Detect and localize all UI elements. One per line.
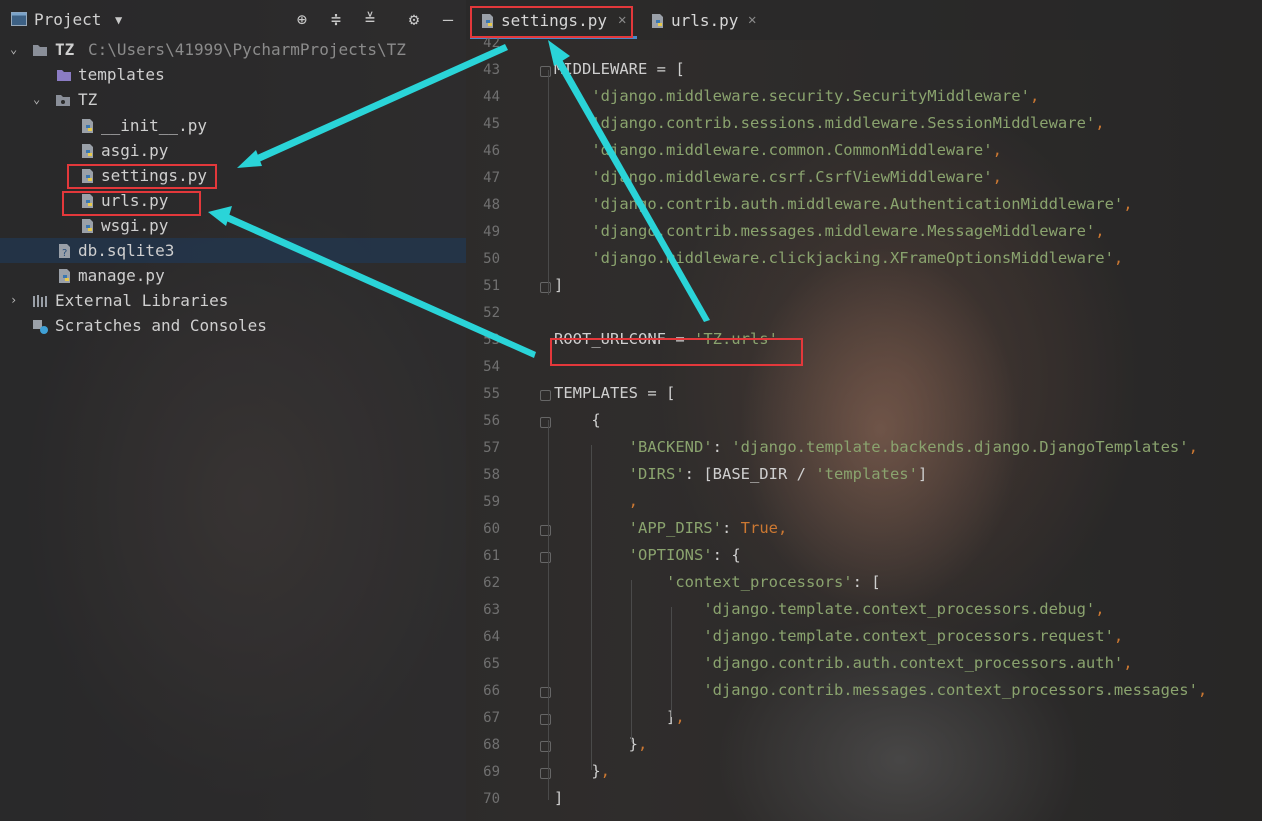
arrow-root-urlconf-to-urls	[224, 214, 536, 358]
arrow-head	[237, 150, 262, 168]
arrow-root-urlconf-to-tab	[554, 56, 710, 322]
annotation-arrows	[208, 40, 710, 358]
arrow-settings-tab-to-file	[246, 44, 508, 166]
arrow-head	[548, 40, 570, 66]
arrow-head	[208, 206, 232, 226]
